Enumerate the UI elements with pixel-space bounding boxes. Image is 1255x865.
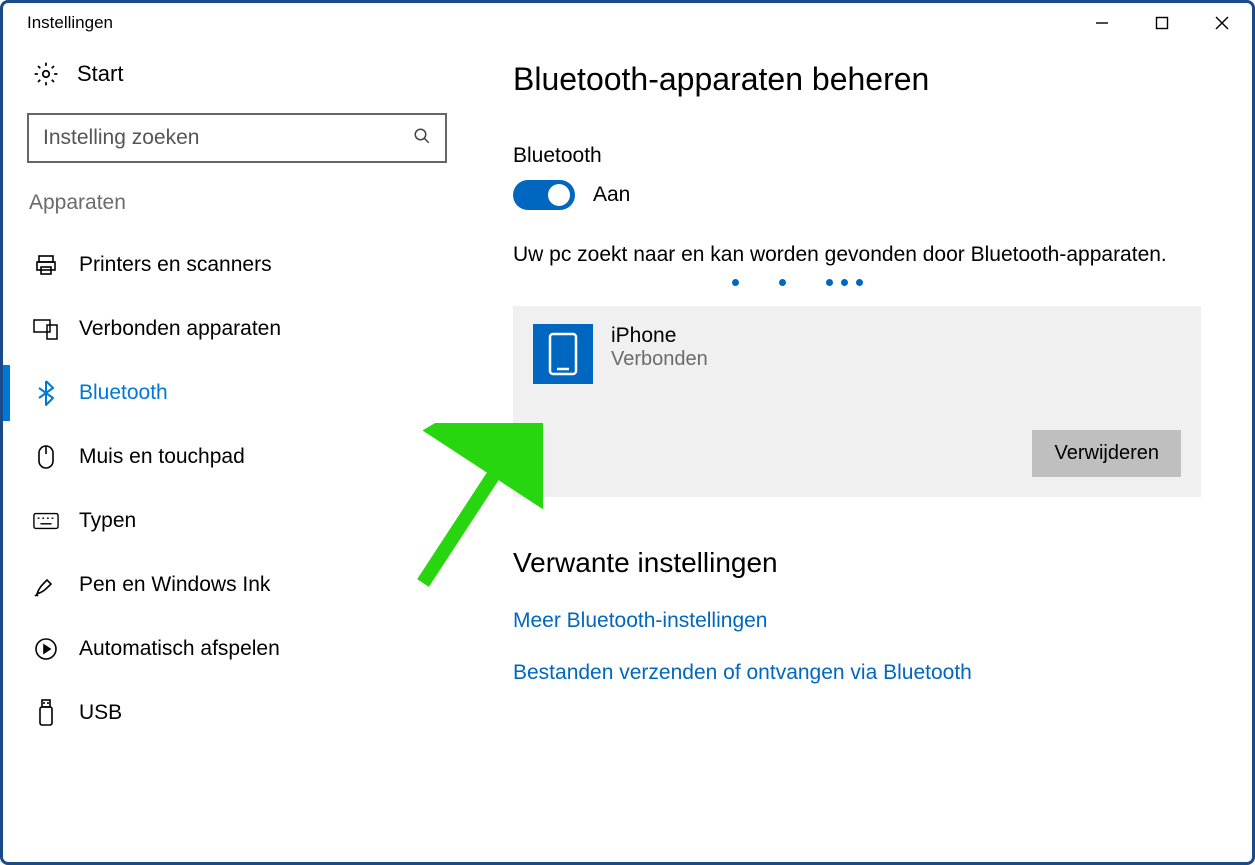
bluetooth-section-label: Bluetooth — [513, 144, 1201, 168]
page-title: Bluetooth-apparaten beheren — [513, 61, 1201, 98]
device-name: iPhone — [611, 324, 708, 348]
sidebar-item-mouse[interactable]: Muis en touchpad — [27, 425, 447, 489]
phone-icon — [533, 324, 593, 384]
search-input[interactable] — [43, 126, 413, 150]
sidebar-item-pen[interactable]: Pen en Windows Ink — [27, 553, 447, 617]
sidebar-item-label: Typen — [79, 509, 136, 533]
sidebar: Start Apparaten Printers en scanners Ver… — [3, 43, 471, 862]
usb-icon — [33, 700, 59, 726]
toggle-knob — [548, 184, 570, 206]
device-status: Verbonden — [611, 348, 708, 371]
send-receive-files-link[interactable]: Bestanden verzenden of ontvangen via Blu… — [513, 661, 1201, 685]
start-label: Start — [77, 61, 123, 87]
gear-icon — [33, 61, 59, 87]
sidebar-item-label: Automatisch afspelen — [79, 637, 280, 661]
sidebar-item-label: Pen en Windows Ink — [79, 573, 270, 597]
maximize-button[interactable] — [1132, 3, 1192, 43]
window-title: Instellingen — [27, 13, 113, 33]
loading-indicator — [513, 279, 1201, 286]
sidebar-item-connected-devices[interactable]: Verbonden apparaten — [27, 297, 447, 361]
main-panel: Bluetooth-apparaten beheren Bluetooth Aa… — [471, 43, 1255, 862]
sidebar-item-label: USB — [79, 701, 122, 725]
search-box[interactable] — [27, 113, 447, 163]
sidebar-item-usb[interactable]: USB — [27, 681, 447, 745]
status-text: Uw pc zoekt naar en kan worden gevonden … — [513, 240, 1201, 269]
autoplay-icon — [33, 636, 59, 662]
sidebar-item-label: Printers en scanners — [79, 253, 272, 277]
sidebar-item-autoplay[interactable]: Automatisch afspelen — [27, 617, 447, 681]
keyboard-icon — [33, 508, 59, 534]
window-controls — [1072, 3, 1252, 43]
minimize-button[interactable] — [1072, 3, 1132, 43]
sidebar-item-printers[interactable]: Printers en scanners — [27, 233, 447, 297]
titlebar: Instellingen — [3, 3, 1252, 43]
mouse-icon — [33, 444, 59, 470]
printer-icon — [33, 252, 59, 278]
devices-icon — [33, 316, 59, 342]
more-bluetooth-settings-link[interactable]: Meer Bluetooth-instellingen — [513, 609, 1201, 633]
toggle-state-label: Aan — [593, 183, 630, 207]
sidebar-item-label: Bluetooth — [79, 381, 168, 405]
device-card[interactable]: iPhone Verbonden Verwijderen — [513, 306, 1201, 497]
search-icon — [413, 127, 431, 150]
remove-device-button[interactable]: Verwijderen — [1032, 430, 1181, 477]
sidebar-item-label: Muis en touchpad — [79, 445, 245, 469]
start-button[interactable]: Start — [27, 61, 447, 87]
related-settings-title: Verwante instellingen — [513, 547, 1201, 579]
bluetooth-icon — [33, 380, 59, 406]
sidebar-item-typing[interactable]: Typen — [27, 489, 447, 553]
sidebar-item-label: Verbonden apparaten — [79, 317, 281, 341]
category-label: Apparaten — [27, 191, 447, 215]
sidebar-item-bluetooth[interactable]: Bluetooth — [27, 361, 447, 425]
bluetooth-toggle[interactable] — [513, 180, 575, 210]
close-button[interactable] — [1192, 3, 1252, 43]
pen-icon — [33, 572, 59, 598]
